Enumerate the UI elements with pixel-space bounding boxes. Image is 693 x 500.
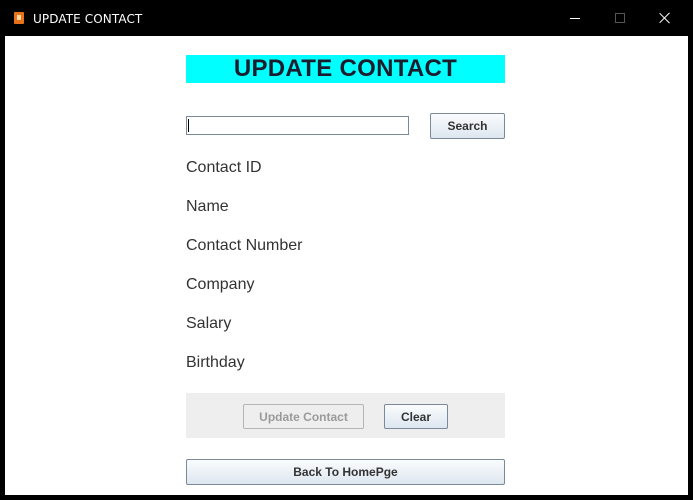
maximize-icon xyxy=(615,13,625,23)
close-icon xyxy=(659,12,671,24)
clear-button[interactable]: Clear xyxy=(384,404,448,429)
contact-id-label: Contact ID xyxy=(186,159,262,176)
window-title: UPDATE CONTACT xyxy=(33,12,143,26)
salary-label: Salary xyxy=(186,315,232,332)
search-input[interactable] xyxy=(186,116,409,135)
search-button[interactable]: Search xyxy=(430,113,505,139)
birthday-label: Birthday xyxy=(186,354,245,371)
page-title: UPDATE CONTACT xyxy=(186,55,505,83)
contact-number-label: Contact Number xyxy=(186,237,303,254)
maximize-button[interactable] xyxy=(597,0,643,36)
update-contact-window: UPDATE CONTACT UPDATE CONTACT Search Con… xyxy=(0,0,693,500)
minimize-icon xyxy=(570,17,580,19)
company-label: Company xyxy=(186,276,255,293)
update-contact-button[interactable]: Update Contact xyxy=(243,404,364,429)
title-bar[interactable]: UPDATE CONTACT xyxy=(0,0,693,36)
close-button[interactable] xyxy=(642,0,688,36)
name-label: Name xyxy=(186,198,229,215)
java-app-icon xyxy=(14,12,24,24)
back-to-homepage-button[interactable]: Back To HomePge xyxy=(186,459,505,485)
minimize-button[interactable] xyxy=(552,0,598,36)
content-pane: UPDATE CONTACT Search Contact ID Name Co… xyxy=(5,36,688,495)
text-caret xyxy=(188,119,189,132)
